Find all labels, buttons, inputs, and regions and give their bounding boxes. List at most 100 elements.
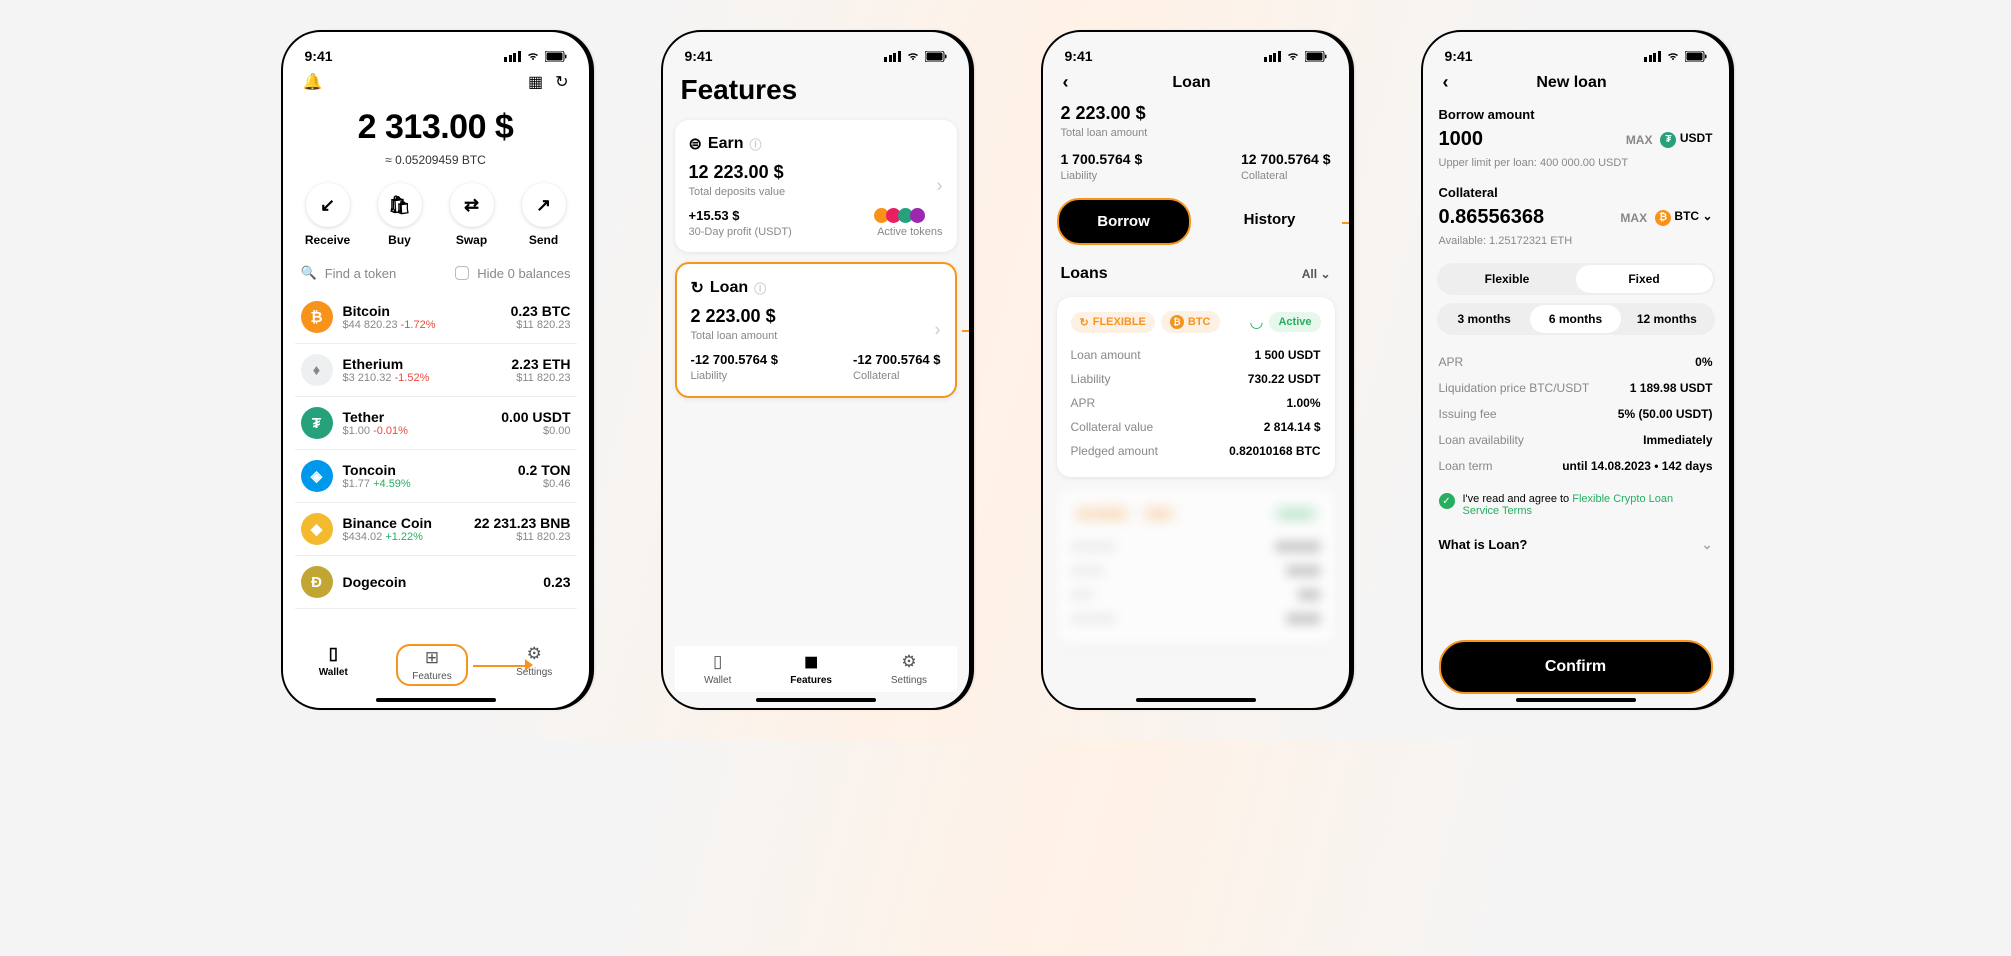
seg-fixed[interactable]: Fixed <box>1576 265 1713 293</box>
refresh-icon[interactable]: ↻ <box>555 72 568 92</box>
token-row[interactable]: ◆Binance Coin$434.02 +1.22%22 231.23 BNB… <box>295 503 577 556</box>
hide-zero-checkbox[interactable] <box>455 266 469 280</box>
hide-zero-label: Hide 0 balances <box>477 266 570 281</box>
earn-card[interactable]: ⊜Earnⓘ 12 223.00 $ Total deposits value … <box>675 120 957 252</box>
status-bar: 9:41 <box>1435 42 1717 66</box>
token-row[interactable]: ₿Bitcoin$44 820.23 -1.72%0.23 BTC$11 820… <box>295 291 577 344</box>
status-time: 9:41 <box>1445 48 1473 64</box>
earn-sub: Total deposits value <box>689 186 943 198</box>
chevron-right-icon: › <box>935 320 941 341</box>
signal-icon <box>1644 51 1661 62</box>
collateral-input[interactable]: 0.86556368 <box>1439 206 1579 229</box>
receive-button[interactable]: ↙Receive <box>295 183 361 247</box>
balance-sub: ≈ 0.05209459 BTC <box>295 153 577 167</box>
header: ‹ Loan <box>1055 66 1337 99</box>
chevron-right-icon: › <box>937 176 943 197</box>
status-bar: 9:41 <box>1055 42 1337 66</box>
loan-detail-row: Collateral value2 814.14 $ <box>1071 415 1321 439</box>
chevron-down-icon: ⌄ <box>1320 267 1330 281</box>
currency-select[interactable]: ₿ BTC ⌄ <box>1655 209 1712 226</box>
wifi-icon <box>1285 50 1301 62</box>
gear-icon: ⚙ <box>901 652 916 672</box>
coins-icon: ⊜ <box>689 134 702 154</box>
summary-row: Liquidation price BTC/USDT1 189.98 USDT <box>1439 375 1713 401</box>
filter-dropdown[interactable]: All ⌄ <box>1302 267 1331 281</box>
battery-icon <box>1305 51 1327 62</box>
grid-icon: ◼ <box>804 652 818 672</box>
battery-icon <box>545 51 567 62</box>
check-icon: ✓ <box>1439 493 1455 509</box>
header: 🔔 ▦ ↻ <box>295 66 577 98</box>
summary-row: Loan availabilityImmediately <box>1439 427 1713 453</box>
phone-new-loan: 9:41 ‹ New loan Borrow amount 1000 MAX ₮… <box>1421 30 1731 710</box>
loan-icon: ↻ <box>1080 316 1089 329</box>
token-row[interactable]: ◈Toncoin$1.77 +4.59%0.2 TON$0.46 <box>295 450 577 503</box>
status-icons <box>884 50 947 62</box>
loan-item[interactable]: ↻FLEXIBLE ₿BTC ◡ Active Loan amount1 500… <box>1057 297 1335 477</box>
search-input[interactable]: Find a token <box>325 266 448 281</box>
page-title: New loan <box>1449 74 1695 92</box>
token-list: ₿Bitcoin$44 820.23 -1.72%0.23 BTC$11 820… <box>295 291 577 609</box>
buy-button[interactable]: 🛍Buy <box>367 183 433 247</box>
qr-icon[interactable]: ▦ <box>528 72 543 92</box>
info-icon: ⓘ <box>749 136 761 153</box>
balance: 2 313.00 $ ≈ 0.05209459 BTC <box>295 108 577 167</box>
status-bar: 9:41 <box>675 42 957 66</box>
gauge-icon: ◡ <box>1250 312 1264 332</box>
battery-icon <box>1685 51 1707 62</box>
borrow-button[interactable]: Borrow <box>1057 198 1191 245</box>
tabbar: ▯Wallet ◼Features ⚙Settings <box>675 646 957 692</box>
home-indicator <box>1516 698 1636 702</box>
seg-3m[interactable]: 3 months <box>1439 305 1530 333</box>
summary-row: Issuing fee5% (50.00 USDT) <box>1439 401 1713 427</box>
history-button[interactable]: History <box>1205 198 1335 245</box>
summary-row: Loan termuntil 14.08.2023 • 142 days <box>1439 453 1713 479</box>
send-button[interactable]: ↗Send <box>511 183 577 247</box>
signal-icon <box>1264 51 1281 62</box>
segment-row: Borrow History <box>1057 198 1335 245</box>
swap-button[interactable]: ⇄Swap <box>439 183 505 247</box>
loan-detail-row: APR1.00% <box>1071 391 1321 415</box>
currency-select[interactable]: ₮ USDT <box>1660 131 1712 148</box>
wifi-icon <box>525 50 541 62</box>
max-button[interactable]: MAX <box>1620 211 1647 225</box>
bell-icon[interactable]: 🔔 <box>303 72 323 92</box>
agree-row[interactable]: ✓ I've read and agree to Flexible Crypto… <box>1435 485 1717 525</box>
loan-card[interactable]: ↻Loanⓘ 2 223.00 $ Total loan amount -12 … <box>675 262 957 398</box>
term-segment: 3 months 6 months 12 months <box>1437 303 1715 335</box>
token-row[interactable]: ♦Etherium$3 210.32 -1.52%2.23 ETH$11 820… <box>295 344 577 397</box>
wifi-icon <box>1665 50 1681 62</box>
status-time: 9:41 <box>1065 48 1093 64</box>
flexible-badge: ↻FLEXIBLE <box>1071 312 1155 333</box>
loan-detail-row: Liability730.22 USDT <box>1071 367 1321 391</box>
collateral-label: Collateral <box>1439 185 1713 200</box>
status-time: 9:41 <box>305 48 333 64</box>
wifi-icon <box>905 50 921 62</box>
what-is-loan[interactable]: What is Loan? ⌄ <box>1435 525 1717 565</box>
loan-detail-row: Loan amount1 500 USDT <box>1071 343 1321 367</box>
signal-icon <box>504 51 521 62</box>
wallet-icon: ▯ <box>329 644 338 664</box>
max-button[interactable]: MAX <box>1626 133 1653 147</box>
seg-flexible[interactable]: Flexible <box>1439 265 1576 293</box>
active-badge: Active <box>1269 312 1320 332</box>
seg-12m[interactable]: 12 months <box>1621 305 1712 333</box>
phone-features: 9:41 Features ⊜Earnⓘ 12 223.00 $ Total d… <box>661 30 971 710</box>
loan-value: 2 223.00 $ <box>691 306 941 327</box>
search-row: 🔍 Find a token Hide 0 balances <box>295 265 577 281</box>
seg-6m[interactable]: 6 months <box>1530 305 1621 333</box>
tab-features[interactable]: ⊞Features <box>396 644 467 686</box>
tabbar: ▯Wallet ⊞Features ⚙Settings <box>295 638 577 692</box>
confirm-button[interactable]: Confirm <box>1439 640 1713 694</box>
summary-row: APR0% <box>1439 349 1713 375</box>
borrow-input[interactable]: 1000 <box>1439 128 1579 151</box>
home-indicator <box>376 698 496 702</box>
signal-icon <box>884 51 901 62</box>
chevron-down-icon: ⌄ <box>1702 209 1712 223</box>
tab-wallet[interactable]: ▯Wallet <box>319 644 348 686</box>
tab-wallet[interactable]: ▯Wallet <box>704 652 731 686</box>
token-row[interactable]: ÐDogecoin 0.23 <box>295 556 577 609</box>
tab-settings[interactable]: ⚙Settings <box>891 652 927 686</box>
token-row[interactable]: ₮Tether$1.00 -0.01%0.00 USDT$0.00 <box>295 397 577 450</box>
tab-features[interactable]: ◼Features <box>790 652 832 686</box>
